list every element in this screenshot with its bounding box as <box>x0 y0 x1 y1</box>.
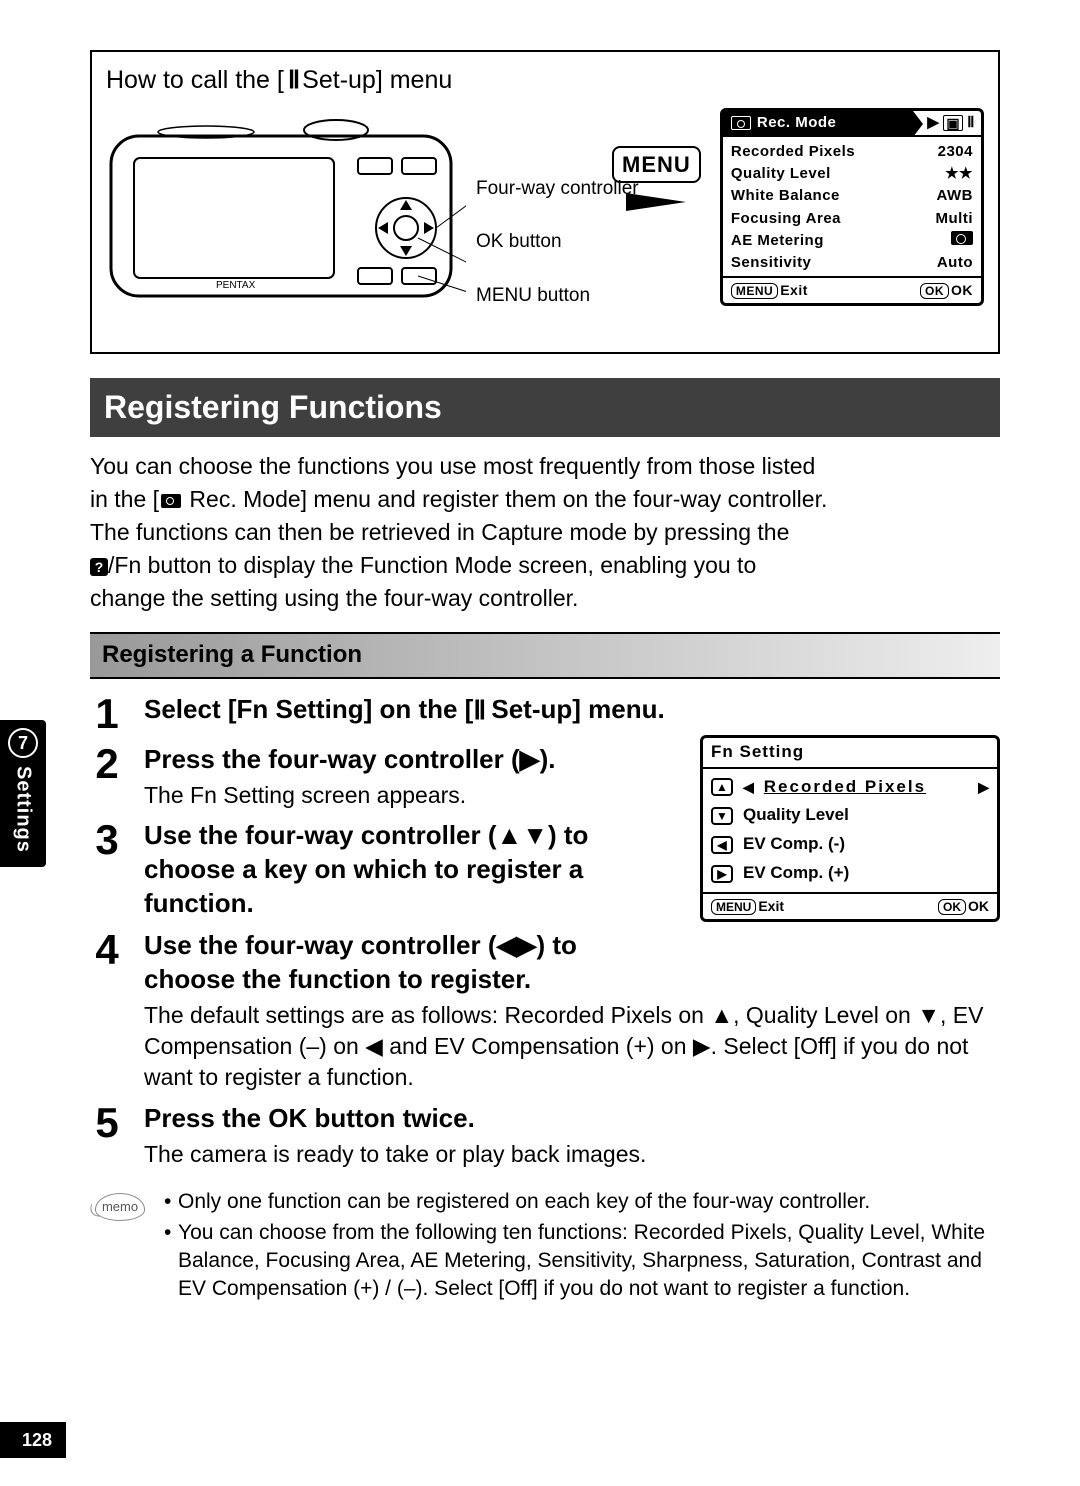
fn-footer-ok-text: OK <box>968 898 989 914</box>
fn-footer-exit: MENUExit <box>711 897 784 916</box>
label-menu-button: MENU button <box>476 283 639 309</box>
rec-mode-row: Focusing AreaMulti <box>731 208 973 230</box>
step-4: 4 Use the four-way controller (◀▶) to ch… <box>90 929 1000 1094</box>
howto-title: How to call the [ Ⅱ Set-up] menu <box>106 64 984 98</box>
footer-ok: OKOK <box>920 281 973 300</box>
metering-icon <box>951 231 973 245</box>
diagram-labels: Four-way controller OK button MENU butto… <box>476 176 639 337</box>
fn-setting-screen: Fn Setting ▲◀Recorded Pixels▶▼Quality Le… <box>700 735 1000 923</box>
footer-exit-text: Exit <box>780 282 808 298</box>
chapter-label: Settings <box>10 766 37 853</box>
rec-mode-row: AE Metering <box>731 230 973 252</box>
camera-svg: PENTAX <box>106 118 466 308</box>
footer-exit: MENUExit <box>731 281 808 300</box>
step-1: 1 Select [Fn Setting] on the [Ⅱ Set-up] … <box>90 693 1000 735</box>
fn-row-label: EV Comp. (+) <box>743 862 849 885</box>
intro-line: The functions can then be retrieved in C… <box>90 517 1000 548</box>
fn-setting-row: ▼ Quality Level <box>711 801 989 830</box>
step-5-desc: The camera is ready to take or play back… <box>144 1139 1000 1170</box>
setup-icon-inline: Ⅱ <box>473 694 484 728</box>
tab-other-icons: ▶ ▣ Ⅱ <box>913 111 981 135</box>
fn-setting-row: ◀ EV Comp. (-) <box>711 830 989 859</box>
direction-key-icon: ▼ <box>711 807 733 825</box>
camera-illustration: PENTAX Four-way controller OK button MEN… <box>106 108 460 328</box>
step-1-title: Select [Fn Setting] on the [Ⅱ Set-up] me… <box>144 693 1000 728</box>
fn-footer-ok: OKOK <box>938 897 989 916</box>
footer-ok-text: OK <box>951 282 973 298</box>
howto-box: How to call the [ Ⅱ Set-up] menu <box>90 50 1000 354</box>
fn-setting-row: ▶ EV Comp. (+) <box>711 859 989 888</box>
fn-setting-title: Fn Setting <box>703 738 997 769</box>
menu-label-icon: MENU <box>731 283 778 299</box>
direction-key-icon: ▶ <box>711 865 733 883</box>
step-3-title: Use the four-way controller (▲▼) to choo… <box>144 819 644 920</box>
howto-suffix: Set-up] menu <box>302 64 452 98</box>
memo-item: You can choose from the following ten fu… <box>164 1219 1000 1304</box>
step-4-number: 4 <box>90 929 124 971</box>
rec-mode-row: Recorded Pixels2304 <box>731 141 973 163</box>
step-5-title: Press the OK button twice. <box>144 1102 1000 1136</box>
rec-mode-row: Quality Level★★ <box>731 163 973 185</box>
memo-cloud-icon: memo <box>95 1193 145 1221</box>
play-tab-icon: ▶ <box>927 113 939 133</box>
step-4-title: Use the four-way controller (◀▶) to choo… <box>144 929 644 997</box>
step-4-desc: The default settings are as follows: Rec… <box>144 1000 1000 1093</box>
label-ok-button: OK button <box>476 229 639 255</box>
fn-row-label: EV Comp. (-) <box>743 833 845 856</box>
setup-tab-icon: Ⅱ <box>967 113 975 133</box>
memo-icon: memo <box>90 1188 150 1221</box>
intro-line: ?/Fn button to display the Function Mode… <box>90 550 1000 581</box>
fn-setting-row: ▲◀Recorded Pixels▶ <box>711 773 989 802</box>
side-tab: 7 Settings <box>0 720 46 867</box>
step-5-number: 5 <box>90 1102 124 1144</box>
playback-icon: ▣ <box>943 115 963 131</box>
fn-setting-body: ▲◀Recorded Pixels▶ ▼ Quality Level ◀ EV Comp… <box>703 769 997 893</box>
fn-row-label: Recorded Pixels <box>764 776 926 799</box>
step-1-title-a: Select [Fn Setting] on the [ <box>144 694 473 724</box>
chapter-number: 7 <box>8 728 38 758</box>
camera-icon <box>731 116 751 130</box>
arrow-right-icon <box>626 193 686 211</box>
howto-prefix: How to call the [ <box>106 64 284 98</box>
intro-line: in the [ Rec. Mode] menu and register th… <box>90 484 1000 515</box>
diagram-row: PENTAX Four-way controller OK button MEN… <box>106 108 984 328</box>
help-icon: ? <box>90 558 108 576</box>
steps-block: 1 Select [Fn Setting] on the [Ⅱ Set-up] … <box>90 693 1000 1171</box>
rec-mode-screen: Rec. Mode ▶ ▣ Ⅱ Recorded Pixels2304Quali… <box>720 108 984 306</box>
step-2-number: 2 <box>90 743 124 785</box>
ok-label-icon: OK <box>920 283 949 299</box>
page-number: 128 <box>0 1422 66 1458</box>
rec-mode-row: SensitivityAuto <box>731 252 973 274</box>
fn-row-label: Quality Level <box>743 804 849 827</box>
rec-mode-footer: MENUExit OKOK <box>723 276 981 303</box>
rec-mode-body: Recorded Pixels2304Quality Level★★White … <box>723 137 981 277</box>
screen-tabs: Rec. Mode ▶ ▣ Ⅱ <box>723 111 981 137</box>
intro-text: You can choose the functions you use mos… <box>90 451 1000 614</box>
step-1-number: 1 <box>90 693 124 735</box>
step-3-number: 3 <box>90 819 124 861</box>
direction-key-icon: ◀ <box>711 836 733 854</box>
fn-footer-exit-text: Exit <box>758 898 784 914</box>
memo-list: Only one function can be registered on e… <box>164 1188 1000 1305</box>
camera-icon <box>161 494 181 508</box>
step-5: 5 Press the OK button twice. The camera … <box>90 1102 1000 1171</box>
memo-item: Only one function can be registered on e… <box>164 1188 1000 1216</box>
rec-mode-row: White BalanceAWB <box>731 185 973 207</box>
tab-rec-mode: Rec. Mode <box>723 111 913 135</box>
memo-block: memo Only one function can be registered… <box>90 1188 1000 1305</box>
sub-section-title: Registering a Function <box>90 632 1000 678</box>
menu-label-icon: MENU <box>711 899 756 915</box>
setup-icon: Ⅱ <box>288 64 298 98</box>
direction-key-icon: ▲ <box>711 778 733 796</box>
svg-text:PENTAX: PENTAX <box>216 280 256 291</box>
fn-setting-footer: MENUExit OKOK <box>703 892 997 919</box>
rec-mode-title: Rec. Mode <box>757 113 837 133</box>
step-1-title-b: Set-up] menu. <box>484 694 665 724</box>
intro-line: You can choose the functions you use mos… <box>90 451 1000 482</box>
ok-label-icon: OK <box>938 899 966 915</box>
section-title: Registering Functions <box>90 378 1000 437</box>
intro-line: change the setting using the four-way co… <box>90 583 1000 614</box>
label-four-way: Four-way controller <box>476 176 639 202</box>
